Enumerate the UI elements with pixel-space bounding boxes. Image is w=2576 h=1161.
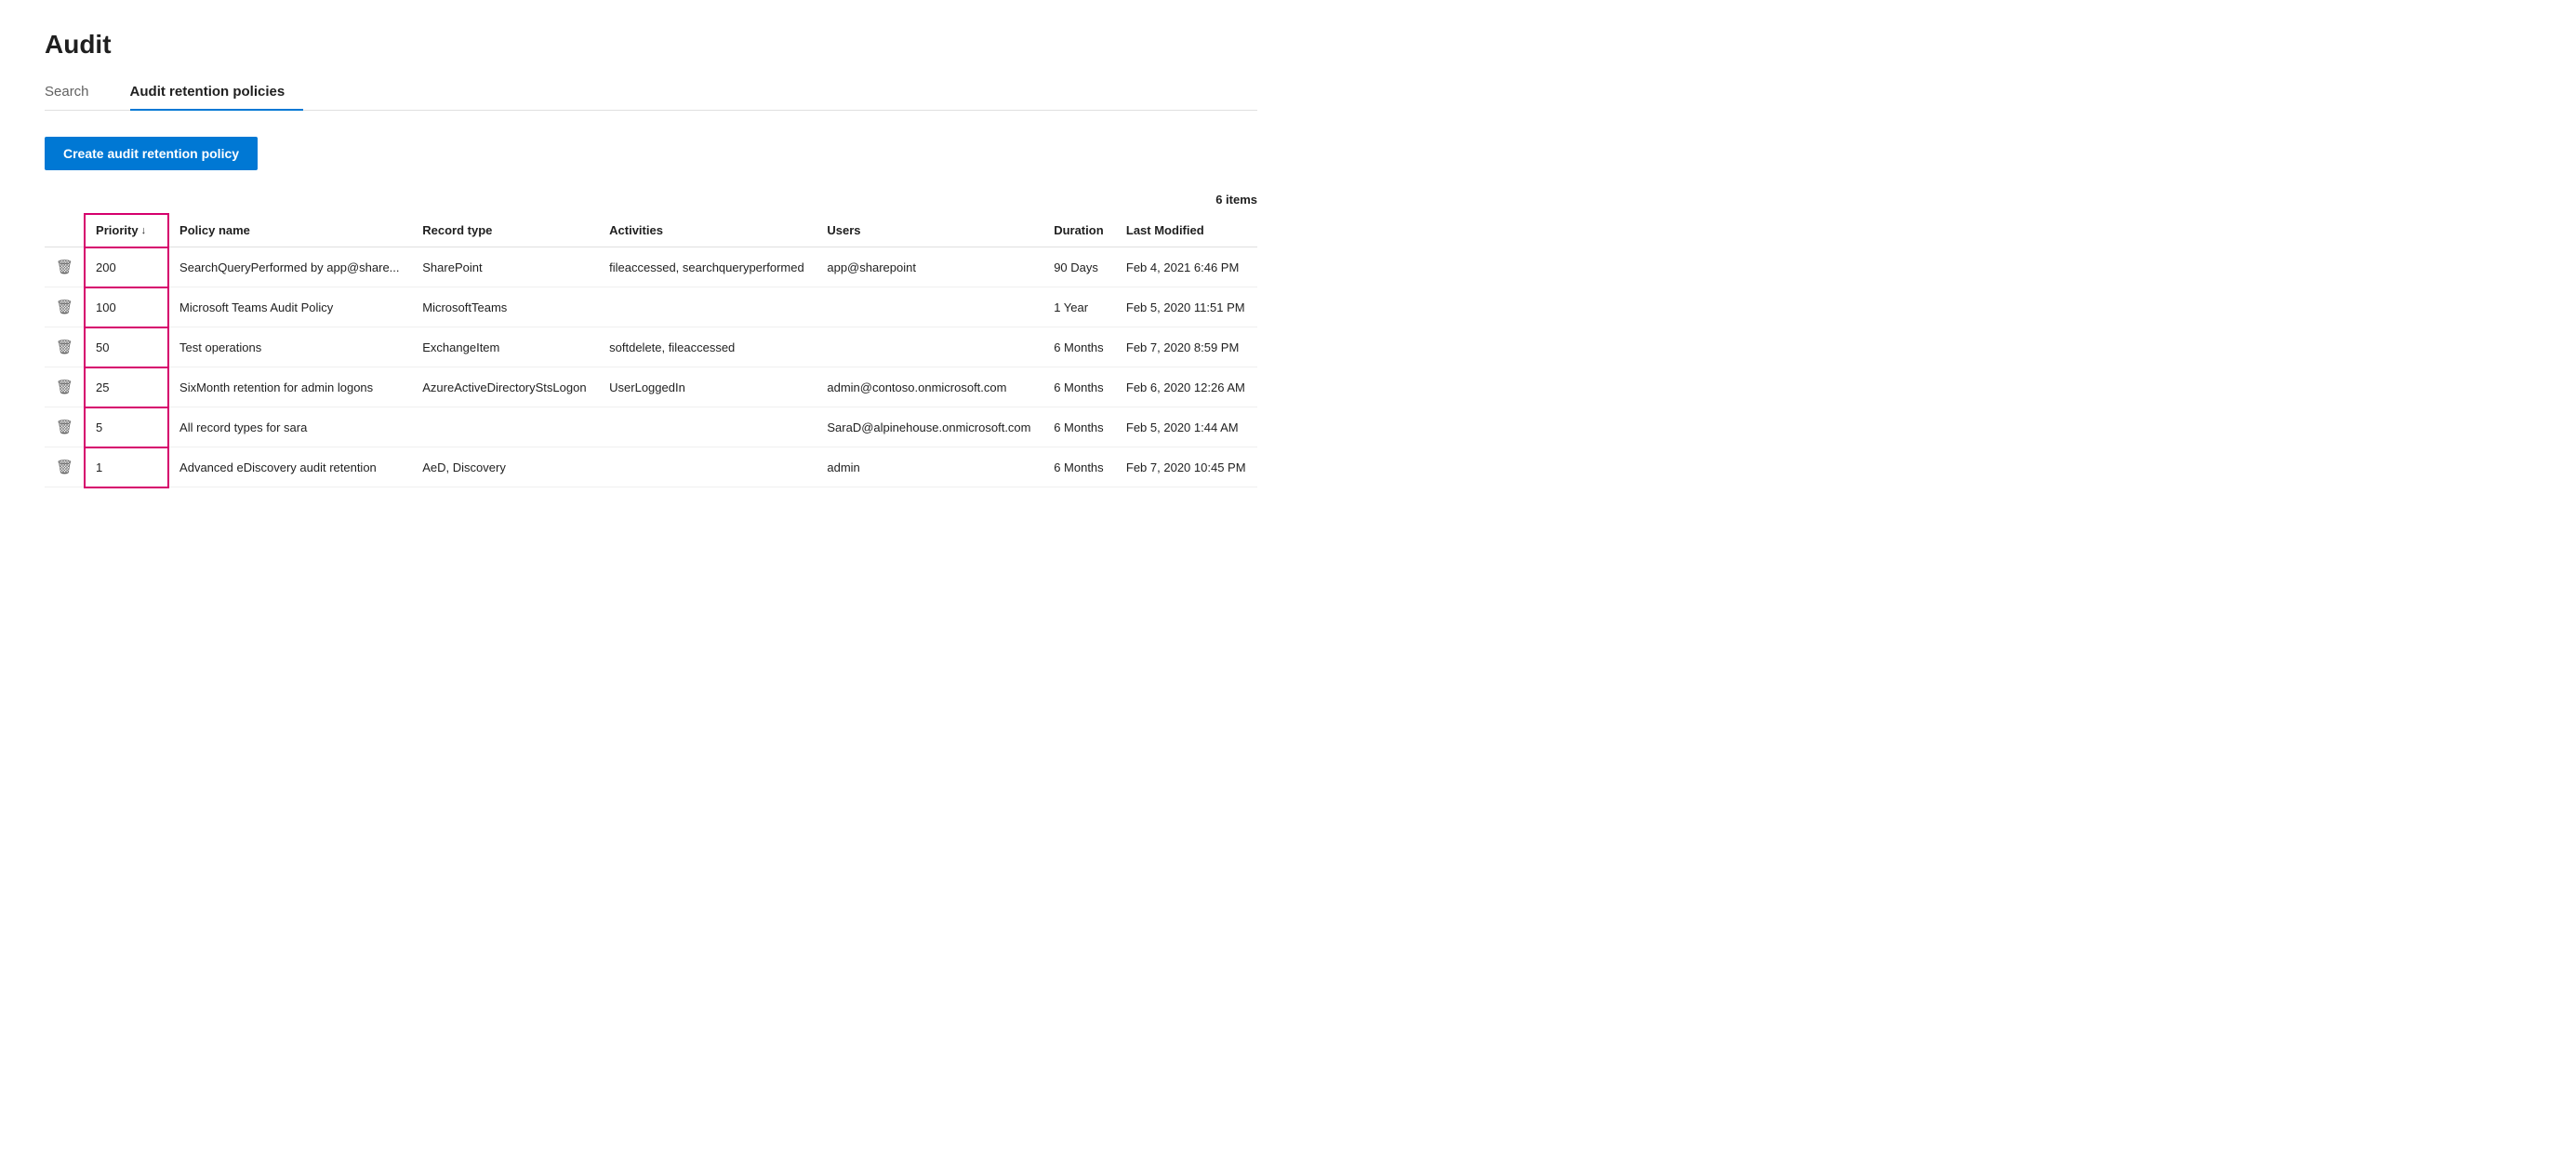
table-row: 🗑 100Microsoft Teams Audit PolicyMicrosof… xyxy=(45,287,1257,327)
duration-cell: 6 Months xyxy=(1042,327,1115,367)
users-cell: admin xyxy=(816,447,1042,487)
duration-cell: 6 Months xyxy=(1042,447,1115,487)
duration-cell: 6 Months xyxy=(1042,407,1115,447)
record-type-cell: AzureActiveDirectoryStsLogon xyxy=(411,367,598,407)
users-cell: admin@contoso.onmicrosoft.com xyxy=(816,367,1042,407)
table-row: 🗑 5All record types for sara SaraD@alpineh… xyxy=(45,407,1257,447)
activities-cell: fileaccessed, searchqueryperformed xyxy=(598,247,816,287)
delete-cell: 🗑 xyxy=(45,407,85,447)
col-header-policy-name[interactable]: Policy name xyxy=(168,214,411,247)
delete-icon[interactable]: 🗑 xyxy=(56,260,73,275)
policy-name-cell: Microsoft Teams Audit Policy xyxy=(168,287,411,327)
record-type-cell: ExchangeItem xyxy=(411,327,598,367)
tab-search[interactable]: Search xyxy=(45,74,108,111)
col-header-priority[interactable]: Priority ↓ xyxy=(85,214,168,247)
policy-name-cell: SearchQueryPerformed by app@share... xyxy=(168,247,411,287)
record-type-cell: SharePoint xyxy=(411,247,598,287)
delete-icon[interactable]: 🗑 xyxy=(56,460,73,475)
users-cell: app@sharepoint xyxy=(816,247,1042,287)
create-audit-retention-policy-button[interactable]: Create audit retention policy xyxy=(45,137,258,170)
record-type-cell: AeD, Discovery xyxy=(411,447,598,487)
delete-cell: 🗑 xyxy=(45,247,85,287)
last-modified-cell: Feb 4, 2021 6:46 PM xyxy=(1115,247,1257,287)
col-header-delete xyxy=(45,214,85,247)
delete-cell: 🗑 xyxy=(45,447,85,487)
activities-cell xyxy=(598,407,816,447)
table-row: 🗑 1Advanced eDiscovery audit retentionAeD… xyxy=(45,447,1257,487)
col-header-duration[interactable]: Duration xyxy=(1042,214,1115,247)
last-modified-cell: Feb 7, 2020 8:59 PM xyxy=(1115,327,1257,367)
priority-cell: 50 xyxy=(85,327,168,367)
priority-cell: 25 xyxy=(85,367,168,407)
delete-icon[interactable]: 🗑 xyxy=(56,380,73,395)
delete-cell: 🗑 xyxy=(45,327,85,367)
last-modified-cell: Feb 5, 2020 11:51 PM xyxy=(1115,287,1257,327)
col-header-activities[interactable]: Activities xyxy=(598,214,816,247)
table-row: 🗑 25SixMonth retention for admin logonsAz… xyxy=(45,367,1257,407)
users-cell xyxy=(816,327,1042,367)
priority-cell: 200 xyxy=(85,247,168,287)
last-modified-cell: Feb 5, 2020 1:44 AM xyxy=(1115,407,1257,447)
page-container: Audit Search Audit retention policies Cr… xyxy=(0,0,1302,517)
col-header-users[interactable]: Users xyxy=(816,214,1042,247)
users-cell xyxy=(816,287,1042,327)
table-row: 🗑 200SearchQueryPerformed by app@share...… xyxy=(45,247,1257,287)
delete-icon[interactable]: 🗑 xyxy=(56,340,73,355)
item-count: 6 items xyxy=(45,193,1257,207)
activities-cell xyxy=(598,287,816,327)
delete-icon[interactable]: 🗑 xyxy=(56,420,73,435)
audit-policies-table: Priority ↓ Policy name Record type Activ… xyxy=(45,214,1257,487)
last-modified-cell: Feb 6, 2020 12:26 AM xyxy=(1115,367,1257,407)
priority-cell: 100 xyxy=(85,287,168,327)
table-body: 🗑 200SearchQueryPerformed by app@share...… xyxy=(45,247,1257,487)
activities-cell xyxy=(598,447,816,487)
col-header-last-modified[interactable]: Last Modified xyxy=(1115,214,1257,247)
page-title: Audit xyxy=(45,30,1257,60)
record-type-cell: MicrosoftTeams xyxy=(411,287,598,327)
users-cell: SaraD@alpinehouse.onmicrosoft.com xyxy=(816,407,1042,447)
last-modified-cell: Feb 7, 2020 10:45 PM xyxy=(1115,447,1257,487)
duration-cell: 1 Year xyxy=(1042,287,1115,327)
table-row: 🗑 50Test operationsExchangeItemsoftdelete… xyxy=(45,327,1257,367)
duration-cell: 6 Months xyxy=(1042,367,1115,407)
duration-cell: 90 Days xyxy=(1042,247,1115,287)
delete-icon[interactable]: 🗑 xyxy=(56,300,73,315)
delete-cell: 🗑 xyxy=(45,367,85,407)
priority-cell: 5 xyxy=(85,407,168,447)
table-header-row: Priority ↓ Policy name Record type Activ… xyxy=(45,214,1257,247)
priority-sort-icon: ↓ xyxy=(141,225,147,236)
tab-bar: Search Audit retention policies xyxy=(45,74,1257,111)
priority-cell: 1 xyxy=(85,447,168,487)
activities-cell: softdelete, fileaccessed xyxy=(598,327,816,367)
col-header-record-type[interactable]: Record type xyxy=(411,214,598,247)
tab-audit-retention-policies[interactable]: Audit retention policies xyxy=(130,74,304,111)
policy-name-cell: SixMonth retention for admin logons xyxy=(168,367,411,407)
activities-cell: UserLoggedIn xyxy=(598,367,816,407)
record-type-cell xyxy=(411,407,598,447)
delete-cell: 🗑 xyxy=(45,287,85,327)
policy-name-cell: Test operations xyxy=(168,327,411,367)
policy-name-cell: All record types for sara xyxy=(168,407,411,447)
policy-name-cell: Advanced eDiscovery audit retention xyxy=(168,447,411,487)
